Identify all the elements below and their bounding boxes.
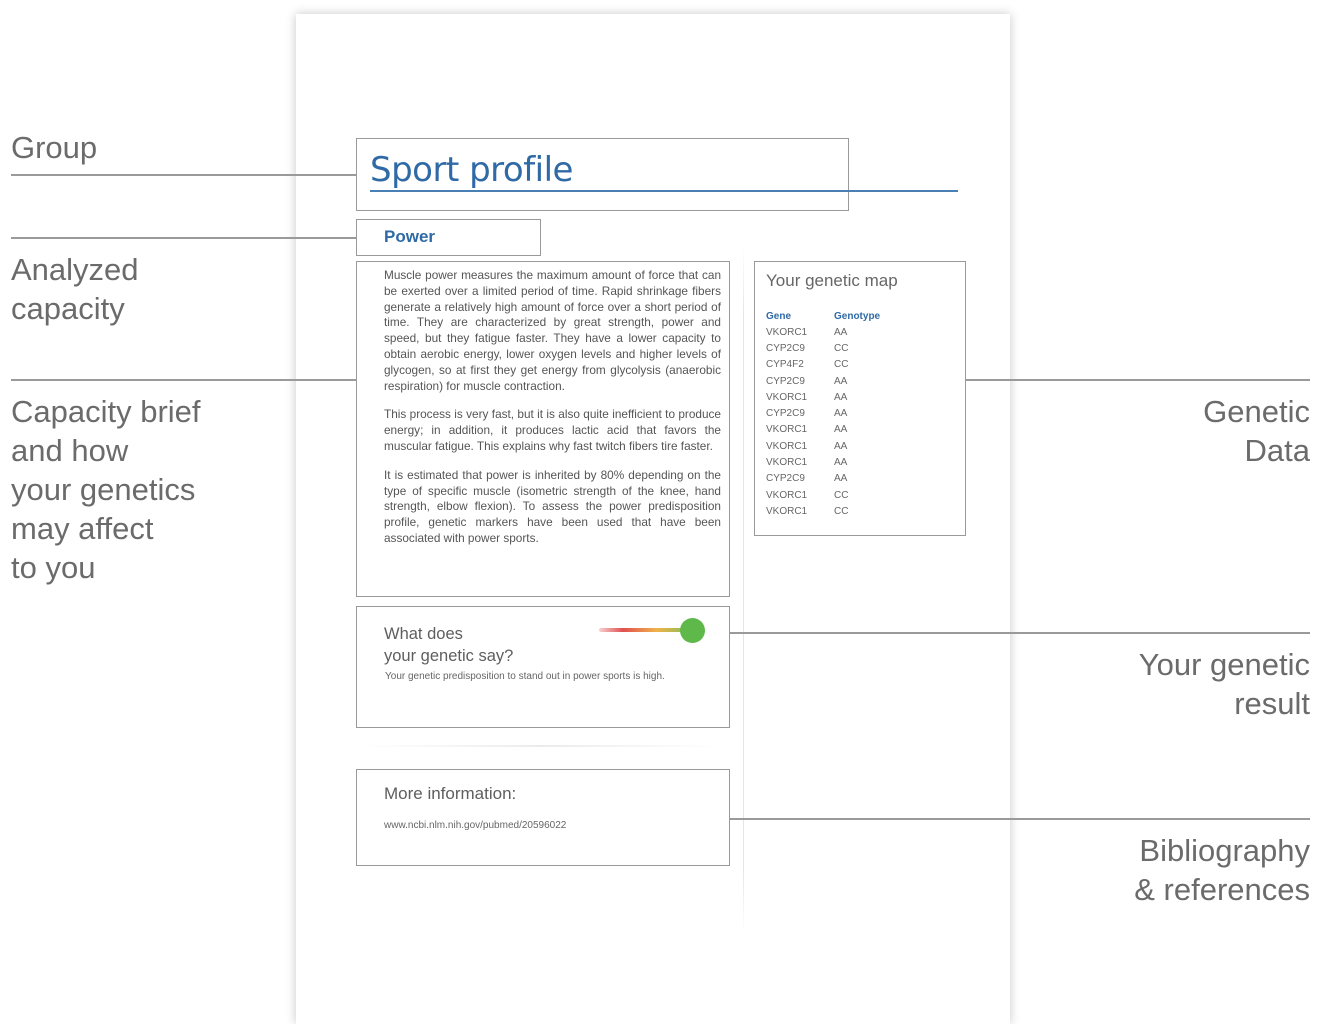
annotation-genetic-data: Genetic Data — [1203, 392, 1310, 470]
gene-cell: CYP2C9 — [766, 342, 805, 354]
gene-cell: VKORC1 — [766, 457, 808, 469]
gene-cell: VKORC1 — [766, 505, 808, 517]
more-info-title: More information: — [384, 784, 517, 803]
table-row: VKORC1 AA — [766, 324, 880, 340]
genotype-cell: CC — [834, 489, 849, 501]
reference-link[interactable]: www.ncbi.nlm.nih.gov/pubmed/20596022 — [384, 820, 566, 831]
annotation-group-text: Group — [11, 130, 98, 165]
column-divider — [743, 245, 744, 935]
annotation-line: capacity — [11, 291, 125, 326]
result-title-line: What does — [384, 625, 463, 643]
gene-cell: VKORC1 — [766, 424, 808, 436]
genotype-cell: AA — [834, 424, 848, 436]
gene-column-header: Gene — [766, 310, 792, 322]
group-connector-line — [11, 174, 356, 176]
capacity-connector-line — [11, 237, 356, 239]
brief-paragraph: It is estimated that power is inherited … — [384, 467, 721, 545]
annotation-line: Your genetic — [1138, 647, 1310, 682]
capacity-title: Power — [384, 227, 436, 246]
genotype-cell: CC — [834, 342, 849, 354]
annotation-group: Group — [11, 128, 97, 167]
title-underline — [370, 190, 958, 192]
gene-cell: VKORC1 — [766, 440, 808, 452]
genotype-cell: CC — [834, 359, 849, 371]
genetic-map-title: Your genetic map — [766, 271, 898, 290]
genetic-map-table: Gene Genotype VKORC1 AA CYP2C9 CC CYP4F2 CC CY… — [766, 308, 880, 520]
genotype-cell: AA — [834, 457, 848, 469]
annotation-line: Genetic — [1203, 394, 1310, 429]
result-title-line: your genetic say? — [384, 647, 514, 665]
annotation-line: to you — [11, 550, 96, 585]
result-connector-line — [730, 632, 1310, 634]
annotation-line: may affect — [11, 511, 154, 546]
result-title: What does your genetic say? — [384, 623, 584, 667]
table-row: VKORC1 CC — [766, 503, 880, 519]
annotation-capacity-brief: Capacity brief and how your genetics may… — [11, 392, 201, 587]
annotation-line: Data — [1244, 433, 1310, 468]
gene-cell: CYP2C9 — [766, 408, 805, 420]
annotation-line: your genetics — [11, 472, 196, 507]
brief-paragraph: Muscle power measures the maximum amount… — [384, 268, 721, 393]
genotype-cell: AA — [834, 375, 848, 387]
gene-cell: VKORC1 — [766, 489, 808, 501]
gene-cell: CYP2C9 — [766, 473, 805, 485]
annotation-genetic-result: Your genetic result — [1139, 645, 1310, 723]
annotation-line: Bibliography — [1139, 833, 1310, 868]
table-row: CYP2C9 AA — [766, 373, 880, 389]
genotype-cell: AA — [834, 391, 848, 403]
table-row: VKORC1 AA — [766, 438, 880, 454]
brief-connector-line — [11, 379, 356, 381]
brief-paragraph: This process is very fast, but it is als… — [384, 407, 721, 453]
table-row: VKORC1 AA — [766, 454, 880, 470]
table-header-row: Gene Genotype — [766, 308, 880, 324]
annotation-line: and how — [11, 433, 129, 468]
genotype-cell: CC — [834, 505, 849, 517]
table-row: VKORC1 AA — [766, 389, 880, 405]
annotation-bibliography: Bibliography & references — [1134, 831, 1310, 909]
genetic-data-connector-line — [966, 379, 1310, 381]
gene-cell: CYP4F2 — [766, 359, 804, 371]
table-row: CYP4F2 CC — [766, 357, 880, 373]
genotype-cell: AA — [834, 473, 848, 485]
table-row: VKORC1 CC — [766, 487, 880, 503]
section-separator — [362, 745, 722, 747]
result-text: Your genetic predisposition to stand out… — [385, 671, 665, 682]
gene-cell: VKORC1 — [766, 391, 808, 403]
predisposition-indicator — [680, 618, 705, 643]
annotation-line: Capacity brief — [11, 394, 201, 429]
table-row: CYP2C9 CC — [766, 340, 880, 356]
genotype-cell: AA — [834, 440, 848, 452]
genotype-cell: AA — [834, 326, 848, 338]
genotype-column-header: Genotype — [834, 310, 881, 322]
table-row: VKORC1 AA — [766, 422, 880, 438]
gene-cell: CYP2C9 — [766, 375, 805, 387]
annotation-line: result — [1234, 686, 1310, 721]
group-title: Sport profile — [370, 150, 573, 190]
bibliography-connector-line — [730, 818, 1310, 820]
table-row: CYP2C9 AA — [766, 471, 880, 487]
table-row: CYP2C9 AA — [766, 405, 880, 421]
genotype-cell: AA — [834, 408, 848, 420]
annotation-line: Analyzed — [11, 252, 139, 287]
annotation-analyzed-capacity: Analyzed capacity — [11, 250, 139, 328]
gene-cell: VKORC1 — [766, 326, 808, 338]
capacity-brief: Muscle power measures the maximum amount… — [384, 268, 721, 560]
annotation-line: & references — [1134, 872, 1310, 907]
